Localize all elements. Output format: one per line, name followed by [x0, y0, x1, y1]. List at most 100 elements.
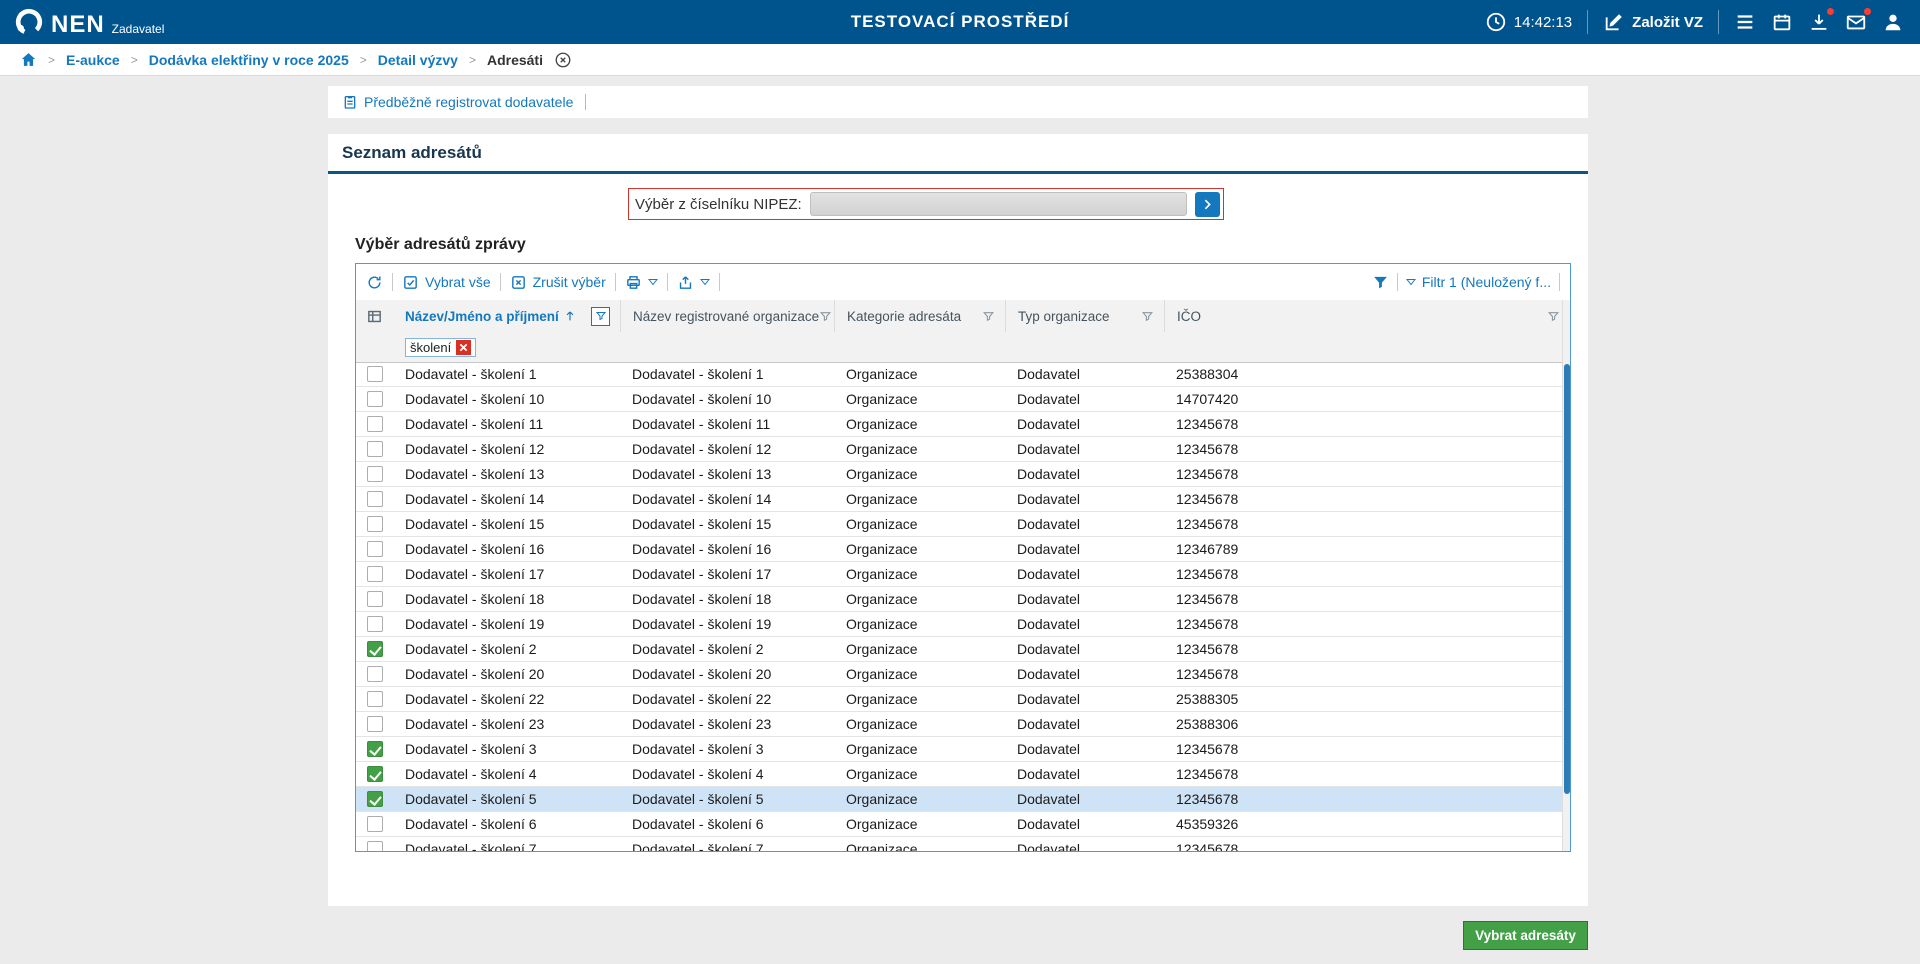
table-row[interactable]: Dodavatel - školení 20 Dodavatel - škole… [356, 662, 1562, 687]
column-header-ico[interactable]: IČO [1164, 300, 1570, 332]
cell-type: Dodavatel [1005, 591, 1164, 607]
row-checkbox[interactable] [367, 541, 383, 557]
downloads-icon[interactable] [1808, 11, 1830, 33]
breadcrumb-item-e-aukce[interactable]: E-aukce [66, 52, 120, 68]
cell-category: Organizace [834, 741, 1005, 757]
column-filter-icon[interactable] [819, 310, 832, 323]
table-row[interactable]: Dodavatel - školení 1 Dodavatel - školen… [356, 362, 1562, 387]
row-checkbox[interactable] [367, 516, 383, 532]
row-checkbox-cell [356, 741, 393, 757]
row-checkbox[interactable] [367, 641, 383, 657]
menu-icon[interactable] [1734, 11, 1756, 33]
cell-org: Dodavatel - školení 10 [620, 391, 834, 407]
filter-button[interactable] [1372, 274, 1389, 291]
cell-ico: 12345678 [1164, 441, 1562, 457]
column-header-org[interactable]: Název registrované organizace [620, 300, 834, 332]
table-row[interactable]: Dodavatel - školení 13 Dodavatel - škole… [356, 462, 1562, 487]
column-header-type[interactable]: Typ organizace [1005, 300, 1164, 332]
cell-name: Dodavatel - školení 22 [393, 691, 620, 707]
table-row[interactable]: Dodavatel - školení 14 Dodavatel - škole… [356, 487, 1562, 512]
row-checkbox[interactable] [367, 716, 383, 732]
export-button[interactable] [677, 274, 710, 291]
remove-filter-icon[interactable] [456, 340, 471, 355]
row-checkbox[interactable] [367, 816, 383, 832]
addressee-grid: Vybrat vše Zrušit výběr [355, 263, 1571, 852]
register-supplier-link[interactable]: Předběžně registrovat dodavatele [342, 94, 573, 110]
checkbox-check-icon [402, 274, 419, 291]
column-filter-icon[interactable] [1547, 310, 1560, 323]
row-checkbox[interactable] [367, 441, 383, 457]
row-checkbox[interactable] [367, 491, 383, 507]
breadcrumb-item-contract[interactable]: Dodávka elektřiny v roce 2025 [149, 52, 349, 68]
table-row[interactable]: Dodavatel - školení 15 Dodavatel - škole… [356, 512, 1562, 537]
scrollbar-thumb[interactable] [1564, 364, 1570, 794]
row-checkbox[interactable] [367, 466, 383, 482]
row-checkbox[interactable] [367, 666, 383, 682]
column-filter-icon[interactable] [1141, 310, 1154, 323]
select-column-header[interactable] [356, 300, 393, 332]
cell-ico: 12346789 [1164, 541, 1562, 557]
cell-category: Organizace [834, 566, 1005, 582]
table-row[interactable]: Dodavatel - školení 22 Dodavatel - škole… [356, 687, 1562, 712]
row-checkbox[interactable] [367, 566, 383, 582]
nipez-open-button[interactable] [1195, 192, 1220, 217]
table-row[interactable]: Dodavatel - školení 18 Dodavatel - škole… [356, 587, 1562, 612]
column-header-name[interactable]: Název/Jméno a příjmení [393, 300, 620, 332]
cell-name: Dodavatel - školení 4 [393, 766, 620, 782]
print-button[interactable] [625, 274, 658, 291]
vertical-scrollbar[interactable] [1562, 300, 1570, 851]
table-row[interactable]: Dodavatel - školení 5 Dodavatel - školen… [356, 787, 1562, 812]
column-header-type-label: Typ organizace [1018, 309, 1110, 324]
downloads-notification-badge [1826, 7, 1835, 16]
column-filter-active-icon[interactable] [591, 307, 610, 326]
refresh-button[interactable] [366, 274, 383, 291]
create-vz-button[interactable]: Založit VZ [1603, 11, 1703, 33]
row-checkbox[interactable] [367, 591, 383, 607]
table-row[interactable]: Dodavatel - školení 6 Dodavatel - školen… [356, 812, 1562, 837]
column-header-category[interactable]: Kategorie adresáta [834, 300, 1005, 332]
row-checkbox[interactable] [367, 766, 383, 782]
filter-chip[interactable]: školení [405, 338, 476, 357]
row-checkbox[interactable] [367, 741, 383, 757]
row-checkbox[interactable] [367, 416, 383, 432]
server-time: 14:42:13 [1514, 14, 1572, 31]
table-row[interactable]: Dodavatel - školení 12 Dodavatel - škole… [356, 437, 1562, 462]
row-checkbox[interactable] [367, 391, 383, 407]
table-row[interactable]: Dodavatel - školení 23 Dodavatel - škole… [356, 712, 1562, 737]
nipez-input[interactable] [810, 192, 1187, 216]
table-row[interactable]: Dodavatel - školení 3 Dodavatel - školen… [356, 737, 1562, 762]
row-checkbox-cell [356, 366, 393, 382]
topbar-divider [1587, 10, 1588, 34]
nen-logo[interactable]: NEN Zadavatel [0, 7, 164, 37]
row-checkbox[interactable] [367, 841, 383, 851]
messages-icon[interactable] [1845, 11, 1867, 33]
cell-type: Dodavatel [1005, 516, 1164, 532]
clear-selection-button[interactable]: Zrušit výběr [510, 274, 606, 291]
table-row[interactable]: Dodavatel - školení 17 Dodavatel - škole… [356, 562, 1562, 587]
table-row[interactable]: Dodavatel - školení 4 Dodavatel - školen… [356, 762, 1562, 787]
clear-selection-label: Zrušit výběr [533, 274, 606, 290]
select-addressees-button[interactable]: Vybrat adresáty [1463, 921, 1588, 950]
cell-name: Dodavatel - školení 14 [393, 491, 620, 507]
home-icon[interactable] [20, 51, 37, 68]
table-row[interactable]: Dodavatel - školení 16 Dodavatel - škole… [356, 537, 1562, 562]
row-checkbox[interactable] [367, 616, 383, 632]
edit-icon [1603, 11, 1625, 33]
calendar-icon[interactable] [1771, 11, 1793, 33]
breadcrumb-item-detail-vyzvy[interactable]: Detail výzvy [378, 52, 458, 68]
row-checkbox[interactable] [367, 791, 383, 807]
table-row[interactable]: Dodavatel - školení 11 Dodavatel - škole… [356, 412, 1562, 437]
table-row[interactable]: Dodavatel - školení 10 Dodavatel - škole… [356, 387, 1562, 412]
select-all-button[interactable]: Vybrat vše [402, 274, 491, 291]
close-tab-icon[interactable] [554, 51, 572, 69]
row-checkbox[interactable] [367, 691, 383, 707]
row-checkbox[interactable] [367, 366, 383, 382]
table-row[interactable]: Dodavatel - školení 2 Dodavatel - školen… [356, 637, 1562, 662]
filter-preset-dropdown[interactable]: Filtr 1 (Neuložený f... [1406, 274, 1551, 290]
filter-chip-row: školení [356, 332, 1570, 362]
user-profile-icon[interactable] [1882, 11, 1904, 33]
table-row[interactable]: Dodavatel - školení 19 Dodavatel - škole… [356, 612, 1562, 637]
cell-category: Organizace [834, 616, 1005, 632]
column-filter-icon[interactable] [982, 310, 995, 323]
table-row[interactable]: Dodavatel - školení 7 Dodavatel - školen… [356, 837, 1562, 851]
